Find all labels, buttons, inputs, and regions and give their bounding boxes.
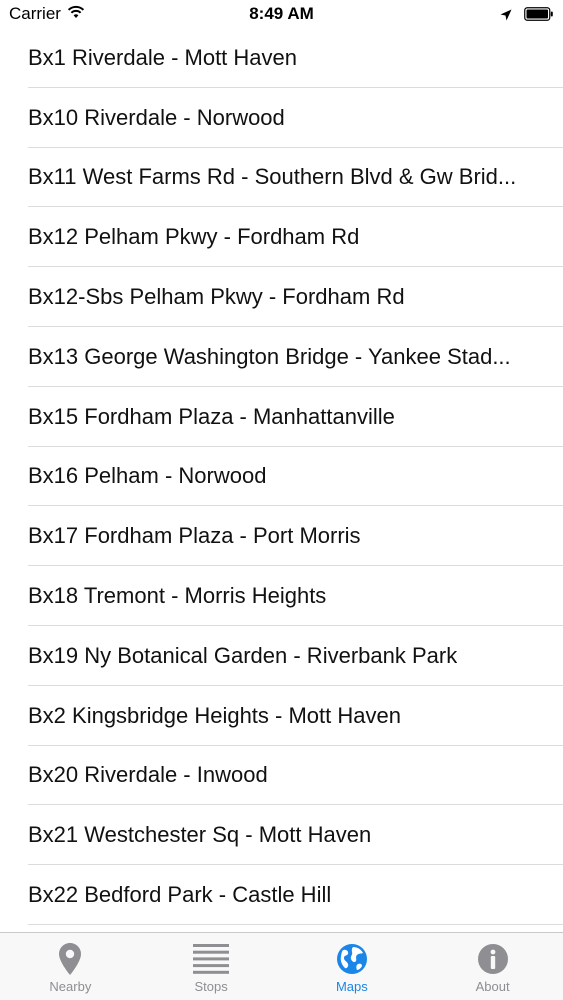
route-row[interactable]: Bx17 Fordham Plaza - Port Morris xyxy=(0,506,563,566)
tab-label: Stops xyxy=(194,979,228,994)
route-row[interactable]: Bx12-Sbs Pelham Pkwy - Fordham Rd xyxy=(0,267,563,327)
status-bar: Carrier 8:49 AM xyxy=(0,0,563,30)
route-label: Bx20 Riverdale - Inwood xyxy=(28,762,268,788)
route-label: Bx1 Riverdale - Mott Haven xyxy=(28,44,297,70)
route-row[interactable]: Bx18 Tremont - Morris Heights xyxy=(0,566,563,626)
route-label: Bx21 Westchester Sq - Mott Haven xyxy=(28,822,372,848)
tab-label: Maps xyxy=(335,979,368,994)
route-label: Bx16 Pelham - Norwood xyxy=(28,463,267,489)
route-label: Bx11 West Farms Rd - Southern Blvd & Gw … xyxy=(28,164,517,190)
route-row[interactable]: Bx19 Ny Botanical Garden - Riverbank Par… xyxy=(0,626,563,686)
route-label: Bx17 Fordham Plaza - Port Morris xyxy=(28,523,361,549)
tab-label: Nearby xyxy=(49,979,92,994)
globe-icon xyxy=(332,941,372,977)
route-row[interactable]: Bx21 Westchester Sq - Mott Haven xyxy=(0,805,563,865)
tab-bar: Nearby Stops Maps About xyxy=(0,932,563,1000)
location-arrow-icon xyxy=(500,6,512,26)
status-time: 8:49 AM xyxy=(249,4,314,23)
route-label: Bx22 Bedford Park - Castle Hill xyxy=(28,882,332,908)
tab-about[interactable]: About xyxy=(422,933,563,1000)
tab-nearby[interactable]: Nearby xyxy=(0,933,141,1000)
route-label: Bx12 Pelham Pkwy - Fordham Rd xyxy=(28,224,360,250)
route-row[interactable]: Bx1 Riverdale - Mott Haven xyxy=(0,28,563,88)
route-row[interactable]: Bx10 Riverdale - Norwood xyxy=(0,88,563,148)
route-row[interactable]: Bx22 Bedford Park - Castle Hill xyxy=(0,865,563,925)
route-row[interactable]: Bx11 West Farms Rd - Southern Blvd & Gw … xyxy=(0,148,563,208)
battery-icon xyxy=(524,6,554,26)
list-lines-icon xyxy=(191,941,231,977)
route-label: Bx12-Sbs Pelham Pkwy - Fordham Rd xyxy=(28,284,405,310)
route-label: Bx2 Kingsbridge Heights - Mott Haven xyxy=(28,702,401,728)
route-row[interactable]: Bx13 George Washington Bridge - Yankee S… xyxy=(0,327,563,387)
tab-stops[interactable]: Stops xyxy=(141,933,282,1000)
status-right xyxy=(500,6,554,26)
route-row[interactable]: Bx15 Fordham Plaza - Manhattanville xyxy=(0,387,563,447)
route-label: Bx10 Riverdale - Norwood xyxy=(28,104,285,130)
route-label: Bx15 Fordham Plaza - Manhattanville xyxy=(28,403,395,429)
route-label: Bx18 Tremont - Morris Heights xyxy=(28,583,327,609)
tab-maps[interactable]: Maps xyxy=(282,933,423,1000)
route-row[interactable]: Bx2 Kingsbridge Heights - Mott Haven xyxy=(0,686,563,746)
route-list: Bx1 Riverdale - Mott Haven Bx10 Riverdal… xyxy=(0,28,563,925)
tab-label: About xyxy=(475,979,510,994)
route-label: Bx19 Ny Botanical Garden - Riverbank Par… xyxy=(28,642,458,668)
route-row[interactable]: Bx20 Riverdale - Inwood xyxy=(0,746,563,806)
map-pin-icon xyxy=(50,941,90,977)
route-label: Bx13 George Washington Bridge - Yankee S… xyxy=(28,343,511,369)
route-row[interactable]: Bx16 Pelham - Norwood xyxy=(0,447,563,507)
info-icon xyxy=(473,941,513,977)
route-row[interactable]: Bx12 Pelham Pkwy - Fordham Rd xyxy=(0,207,563,267)
